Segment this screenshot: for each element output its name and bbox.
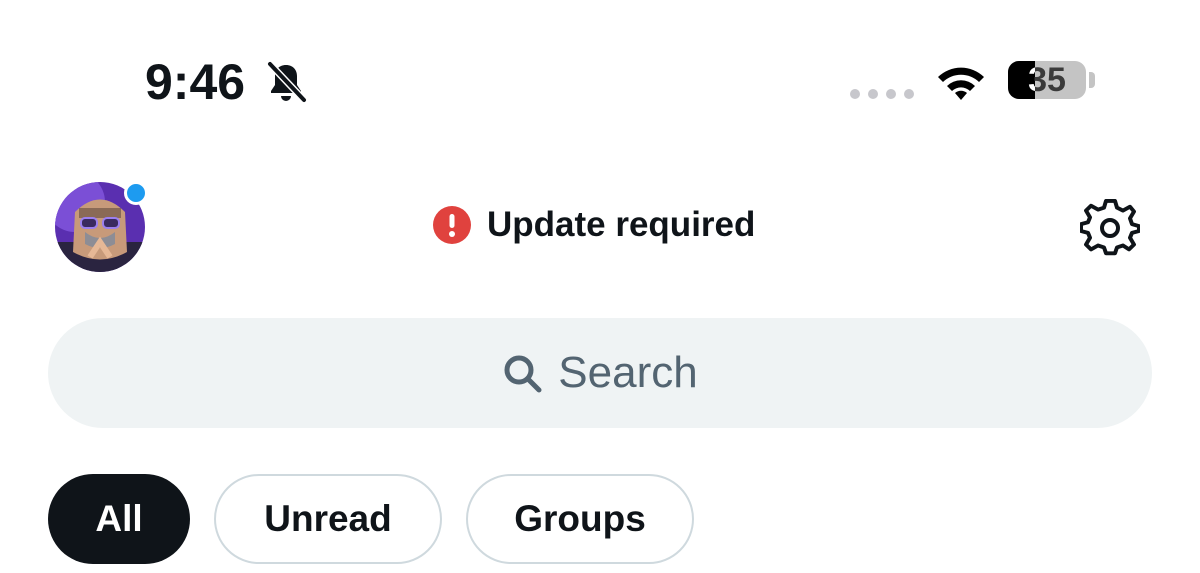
search-icon [504, 355, 542, 393]
alert-icon [433, 206, 471, 244]
gear-icon[interactable] [1080, 199, 1140, 257]
tab-all[interactable]: All [48, 474, 190, 564]
tab-groups[interactable]: Groups [466, 474, 694, 564]
tab-unread[interactable]: Unread [214, 474, 442, 564]
filter-tabs: All Unread Groups [48, 474, 694, 564]
search-input[interactable]: Search [48, 318, 1152, 428]
battery-percent: 35 [1028, 61, 1066, 99]
bell-slash-icon [266, 60, 308, 104]
update-banner[interactable]: Update required [433, 205, 755, 245]
battery-cap [1089, 72, 1095, 88]
signal-dots-icon [850, 89, 914, 99]
wifi-icon [938, 67, 984, 100]
search-placeholder: Search [558, 348, 698, 397]
update-required-label: Update required [487, 205, 756, 244]
presence-dot [124, 181, 148, 205]
battery-icon: 35 [1008, 61, 1086, 99]
status-time: 9:46 [145, 54, 246, 110]
